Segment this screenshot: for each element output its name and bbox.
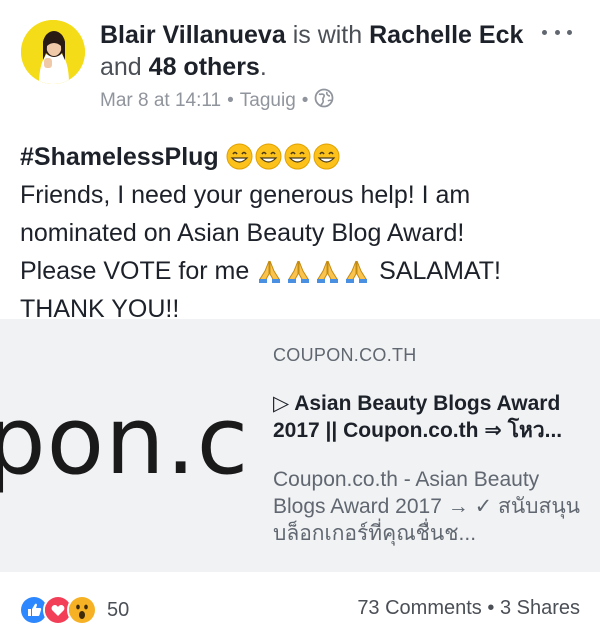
post-body: #ShamelessPlug Friends, I need your gene… xyxy=(20,138,585,328)
author-name[interactable]: Blair Villanueva xyxy=(100,21,286,49)
period: . xyxy=(259,53,267,81)
link-description: Coupon.co.th - Asian Beauty Blogs Award … xyxy=(273,468,581,545)
globe-icon[interactable] xyxy=(314,88,334,114)
tagged-name[interactable]: Rachelle Eck xyxy=(369,21,523,49)
meta-dot: • xyxy=(227,90,234,111)
post-line-4: Please VOTE for me SALAMAT! xyxy=(20,252,585,290)
hashtag-link[interactable]: #ShamelessPlug xyxy=(20,143,219,171)
folded-hands-emoji-icon xyxy=(256,257,283,284)
link-title[interactable]: ▷ Asian Beauty Blogs Award 2017 || Coupo… xyxy=(273,390,583,444)
grinning-emoji-icon xyxy=(226,143,253,170)
post-meta: Mar 8 at 14:11 • Taguig • xyxy=(100,88,334,114)
avatar-image xyxy=(21,20,85,84)
with-text: is with xyxy=(292,21,363,49)
post-line-3: nominated on Asian Beauty Blog Award! xyxy=(20,219,465,247)
more-options-icon[interactable] xyxy=(542,22,572,42)
engagement-stats: 73 Comments • 3 Shares xyxy=(357,597,580,620)
meta-dot: • xyxy=(301,90,309,111)
folded-hands-emoji-icon xyxy=(343,257,370,284)
grinning-emoji-icon xyxy=(313,143,340,170)
author-avatar[interactable] xyxy=(21,20,85,84)
post-line-2: Friends, I need your generous help! I am xyxy=(20,181,471,209)
others-link[interactable]: 48 others xyxy=(149,53,260,81)
wow-icon xyxy=(67,595,97,625)
post-date[interactable]: Mar 8 at 14:11 xyxy=(100,90,221,112)
shares-link[interactable]: 3 Shares xyxy=(500,597,580,619)
author-line: Blair Villanueva is with Rachelle Eck an… xyxy=(100,19,530,83)
post-footer: 50 73 Comments • 3 Shares xyxy=(0,583,600,633)
folded-hands-emoji-icon xyxy=(314,257,341,284)
stats-dot: • xyxy=(487,597,500,619)
link-domain: COUPON.CO.TH xyxy=(273,345,417,365)
post-header: Blair Villanueva is with Rachelle Eck an… xyxy=(0,0,600,120)
grinning-emoji-icon xyxy=(284,143,311,170)
folded-hands-emoji-icon xyxy=(285,257,312,284)
reaction-count: 50 xyxy=(107,598,130,621)
post-location[interactable]: Taguig xyxy=(240,90,296,112)
grinning-emoji-icon xyxy=(255,143,282,170)
reactions-summary[interactable]: 50 xyxy=(19,595,129,625)
salamat-text: SALAMAT! xyxy=(379,257,501,285)
post-line-1: #ShamelessPlug xyxy=(20,138,585,176)
and-text: and xyxy=(100,53,142,81)
link-thumbnail[interactable]: pon.c xyxy=(0,319,253,572)
vote-text: Please VOTE for me xyxy=(20,257,250,285)
thumbnail-text: pon.c xyxy=(0,387,250,496)
comments-link[interactable]: 73 Comments xyxy=(357,597,482,619)
